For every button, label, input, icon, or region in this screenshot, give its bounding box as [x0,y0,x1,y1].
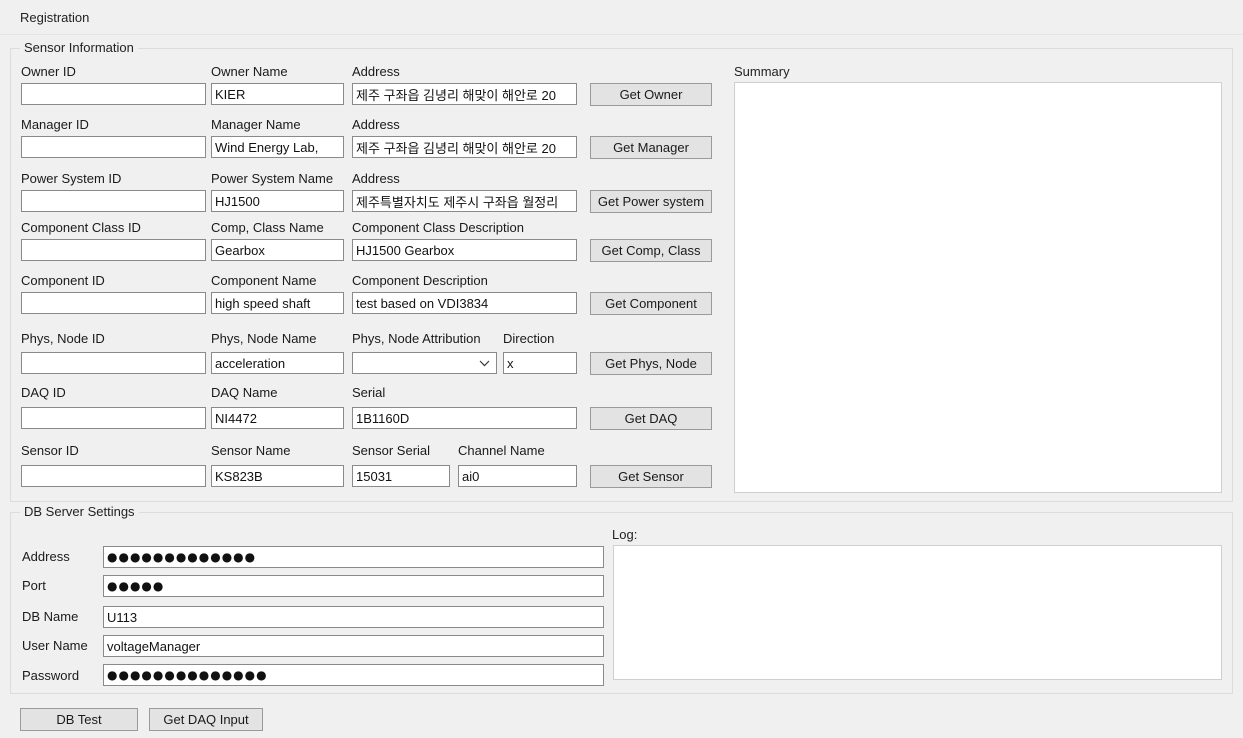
component-description-label: Component Description [352,273,488,288]
component-class-id-label: Component Class ID [21,220,141,235]
db-name-label: DB Name [22,609,79,624]
db-server-settings-legend: DB Server Settings [20,504,139,519]
owner-id-input[interactable] [21,83,206,105]
db-address-input[interactable] [103,546,604,568]
daq-id-input[interactable] [21,407,206,429]
db-port-input[interactable] [103,575,604,597]
component-name-label: Component Name [211,273,317,288]
sensor-name-label: Sensor Name [211,443,291,458]
sensor-name-input[interactable] [211,465,344,487]
get-component-button[interactable]: Get Component [590,292,712,315]
power-system-address-label: Address [352,171,400,186]
power-system-name-label: Power System Name [211,171,334,186]
daq-name-input[interactable] [211,407,344,429]
manager-address-label: Address [352,117,400,132]
db-password-label: Password [22,668,80,683]
daq-id-label: DAQ ID [21,385,66,400]
manager-address-input[interactable] [352,136,577,158]
get-comp-class-button[interactable]: Get Comp, Class [590,239,712,262]
power-system-name-input[interactable] [211,190,344,212]
manager-name-label: Manager Name [211,117,301,132]
get-phys-node-button[interactable]: Get Phys, Node [590,352,712,375]
manager-name-input[interactable] [211,136,344,158]
db-address-label: Address [22,549,70,564]
manager-id-input[interactable] [21,136,206,158]
phys-node-name-input[interactable] [211,352,344,374]
component-id-input[interactable] [21,292,206,314]
component-class-id-input[interactable] [21,239,206,261]
phys-node-name-label: Phys, Node Name [211,331,317,346]
component-class-description-label: Component Class Description [352,220,524,235]
db-user-name-input[interactable] [103,635,604,657]
summary-panel[interactable] [734,82,1222,493]
sensor-serial-input[interactable] [352,465,450,487]
direction-label: Direction [503,331,555,346]
power-system-id-input[interactable] [21,190,206,212]
owner-address-input[interactable] [352,83,577,105]
page-title: Registration [20,10,90,25]
phys-node-attribution-label: Phys, Node Attribution [352,331,481,346]
sensor-serial-label: Sensor Serial [352,443,431,458]
component-name-input[interactable] [211,292,344,314]
daq-serial-input[interactable] [352,407,577,429]
registration-window: Registration Sensor Information Owner ID… [0,0,1243,738]
phys-node-id-input[interactable] [21,352,206,374]
power-system-address-input[interactable] [352,190,577,212]
power-system-id-label: Power System ID [21,171,122,186]
daq-name-label: DAQ Name [211,385,278,400]
db-password-input[interactable] [103,664,604,686]
chevron-down-icon [477,353,491,373]
sensor-information-legend: Sensor Information [20,40,138,55]
get-owner-button[interactable]: Get Owner [590,83,712,106]
summary-label: Summary [734,64,790,79]
log-label: Log: [612,527,638,542]
comp-class-name-input[interactable] [211,239,344,261]
component-description-input[interactable] [352,292,577,314]
channel-name-label: Channel Name [458,443,545,458]
summary-content [735,83,1221,89]
owner-name-input[interactable] [211,83,344,105]
channel-name-input[interactable] [458,465,577,487]
window-title-bar: Registration [0,0,1243,35]
owner-address-label: Address [352,64,400,79]
db-test-button[interactable]: DB Test [20,708,138,731]
component-class-description-input[interactable] [352,239,577,261]
owner-id-label: Owner ID [21,64,76,79]
direction-input[interactable] [503,352,577,374]
phys-node-attribution-select[interactable] [352,352,497,374]
manager-id-label: Manager ID [21,117,89,132]
log-panel[interactable] [613,545,1222,680]
get-power-system-button[interactable]: Get Power system [590,190,712,213]
owner-name-label: Owner Name [211,64,288,79]
sensor-id-input[interactable] [21,465,206,487]
phys-node-id-label: Phys, Node ID [21,331,105,346]
get-manager-button[interactable]: Get Manager [590,136,712,159]
get-daq-input-button[interactable]: Get DAQ Input [149,708,263,731]
log-content [614,546,1221,552]
get-sensor-button[interactable]: Get Sensor [590,465,712,488]
comp-class-name-label: Comp, Class Name [211,220,324,235]
get-daq-button[interactable]: Get DAQ [590,407,712,430]
db-user-name-label: User Name [22,638,88,653]
db-port-label: Port [22,578,46,593]
component-id-label: Component ID [21,273,105,288]
sensor-id-label: Sensor ID [21,443,79,458]
db-name-input[interactable] [103,606,604,628]
daq-serial-label: Serial [352,385,386,400]
